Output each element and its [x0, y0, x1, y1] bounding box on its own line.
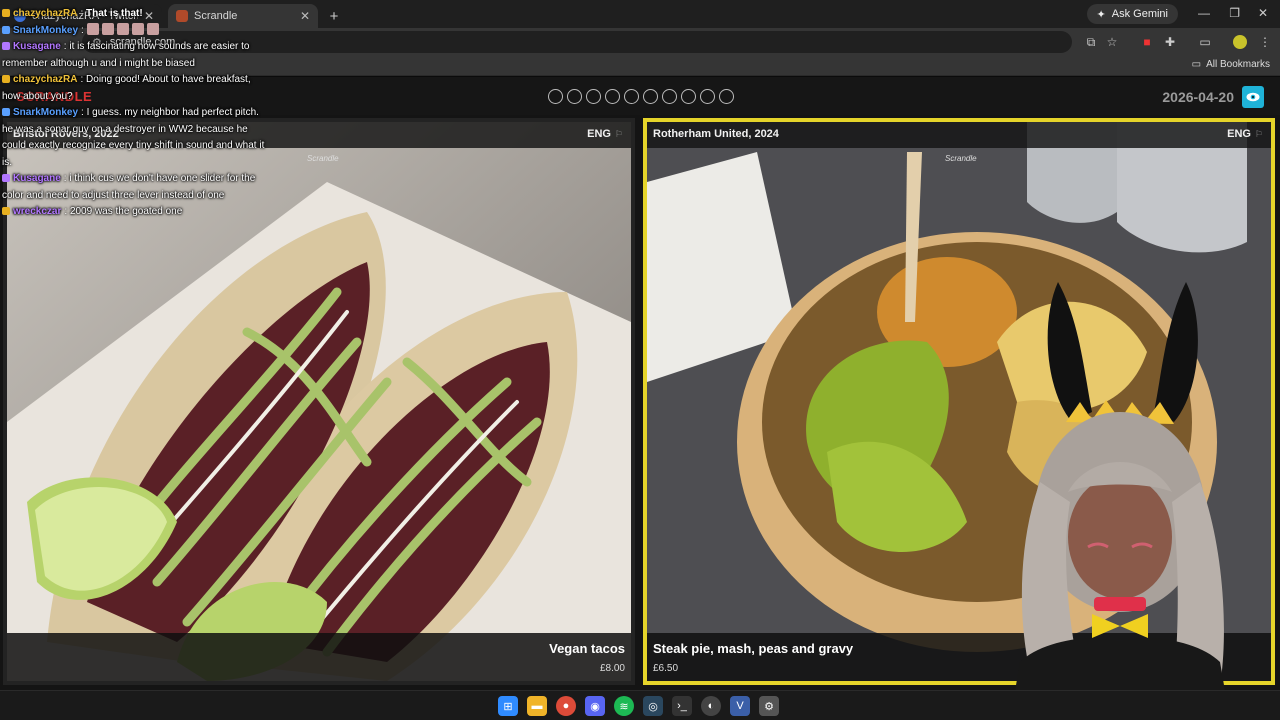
badge-icon: [2, 174, 10, 182]
puzzle-date: 2026-04-20: [1162, 89, 1234, 105]
settings-icon[interactable]: ⚙: [759, 696, 779, 716]
chat-message: chazychazRA: That is that!: [2, 6, 270, 23]
round-dot: [586, 89, 601, 104]
round-dot: [567, 89, 582, 104]
chat-message: wreckczar: 2009 was the goated one: [2, 204, 270, 221]
chat-message: SnarkMonkey: I guess. my neighbor had pe…: [2, 107, 265, 168]
vtube-studio-icon[interactable]: V: [730, 696, 750, 716]
close-tab-icon[interactable]: ✕: [300, 9, 310, 23]
round-dot: [681, 89, 696, 104]
start-icon[interactable]: ⊞: [498, 696, 518, 716]
badge-icon: [2, 75, 10, 83]
folder-icon: ▭: [1191, 59, 1202, 70]
ask-gemini-button[interactable]: ✦ Ask Gemini: [1086, 4, 1178, 24]
round-dot: [605, 89, 620, 104]
extensions-puzzle-icon[interactable]: ✚: [1162, 34, 1178, 50]
language-label: ENG: [587, 128, 611, 140]
chat-username: chazychazRA: [13, 74, 78, 85]
badge-icon: [2, 25, 10, 34]
chat-username: chazychazRA: [13, 8, 78, 19]
round-dot: [719, 89, 734, 104]
watermark: Scrandle: [307, 154, 339, 163]
bookmark-star-icon[interactable]: ☆: [1104, 34, 1120, 50]
chat-message: Kusagane: i think cus we don't have one …: [2, 173, 256, 201]
chat-message: SnarkMonkey:: [2, 22, 270, 40]
menu-kebab-icon[interactable]: ⋮: [1257, 34, 1273, 50]
dish-price: £6.50: [653, 663, 679, 674]
terminal-icon[interactable]: ›_: [672, 696, 692, 716]
file-explorer-icon[interactable]: ▬: [527, 696, 547, 716]
close-window-icon[interactable]: ✕: [1258, 6, 1268, 20]
emote-icon: [131, 22, 144, 35]
ask-gemini-label: Ask Gemini: [1111, 8, 1168, 20]
steam-icon[interactable]: ◎: [643, 696, 663, 716]
emote-icon: [146, 22, 159, 35]
round-dot: [643, 89, 658, 104]
watermark: Scrandle: [945, 154, 977, 163]
chat-message: chazychazRA: Doing good! About to have b…: [2, 74, 251, 102]
emote-icon: [86, 22, 99, 35]
new-tab-button[interactable]: +: [322, 4, 346, 28]
round-dot: [624, 89, 639, 104]
flag-icon: ⚐: [614, 129, 623, 139]
obs-icon[interactable]: ◐: [701, 696, 721, 716]
chat-username: SnarkMonkey: [13, 24, 79, 36]
extension-icon[interactable]: ■: [1139, 34, 1155, 50]
install-app-icon[interactable]: ⧉: [1083, 34, 1099, 50]
dish-price: £8.00: [599, 663, 625, 674]
eye-toggle-button[interactable]: [1242, 86, 1264, 108]
round-dot: [548, 89, 563, 104]
language-label: ENG: [1227, 128, 1251, 140]
card-header: Rotherham United, 2024 ENG ⚐: [647, 122, 1271, 148]
chat-text: 2009 was the goated one: [69, 206, 183, 217]
club-name: Rotherham United, 2024: [653, 128, 779, 140]
emote-icon: [101, 22, 114, 35]
chat-username: Kusagane: [13, 41, 61, 52]
chat-username: Kusagane: [13, 173, 61, 184]
discord-icon[interactable]: ◉: [585, 696, 605, 716]
taskbar-apps: ⊞ ▬ ● ◉ ≋ ◎ ›_ ◐ V ⚙: [498, 696, 779, 716]
restore-icon[interactable]: ❐: [1229, 6, 1240, 20]
dish-name: Steak pie, mash, peas and gravy: [653, 641, 854, 656]
round-progress-dots: [548, 89, 734, 104]
round-dot: [700, 89, 715, 104]
all-bookmarks-label: All Bookmarks: [1206, 59, 1270, 70]
side-panel-icon[interactable]: ▭: [1197, 34, 1213, 50]
card-footer: Vegan tacos £8.00: [7, 633, 631, 681]
round-dot: [662, 89, 677, 104]
badge-icon: [2, 9, 10, 17]
chat-message: Kusagane: it is fascinating how sounds a…: [2, 41, 250, 69]
spotify-icon[interactable]: ≋: [614, 696, 634, 716]
emote-icon: [116, 22, 129, 35]
chat-username: wreckczar: [13, 206, 62, 217]
os-taskbar: ⊞ ▬ ● ◉ ≋ ◎ ›_ ◐ V ⚙: [0, 690, 1280, 720]
eye-icon: [1246, 92, 1260, 102]
minimize-icon[interactable]: —: [1198, 6, 1210, 20]
chat-username: SnarkMonkey: [13, 107, 79, 118]
vtuber-avatar: [1010, 282, 1230, 720]
chat-text: That is that!: [86, 8, 143, 19]
all-bookmarks-button[interactable]: ▭ All Bookmarks: [1192, 59, 1270, 70]
flag-icon: ⚐: [1254, 129, 1263, 139]
dish-name: Vegan tacos: [549, 641, 625, 656]
stream-chat-overlay: chazychazRA: That is that! SnarkMonkey: …: [2, 6, 270, 221]
badge-icon: [2, 207, 10, 215]
gemini-sparkle-icon: ✦: [1096, 8, 1106, 21]
profile-avatar-icon[interactable]: [1233, 35, 1247, 49]
badge-icon: [2, 42, 10, 50]
chrome-icon[interactable]: ●: [556, 696, 576, 716]
badge-icon: [2, 108, 10, 116]
